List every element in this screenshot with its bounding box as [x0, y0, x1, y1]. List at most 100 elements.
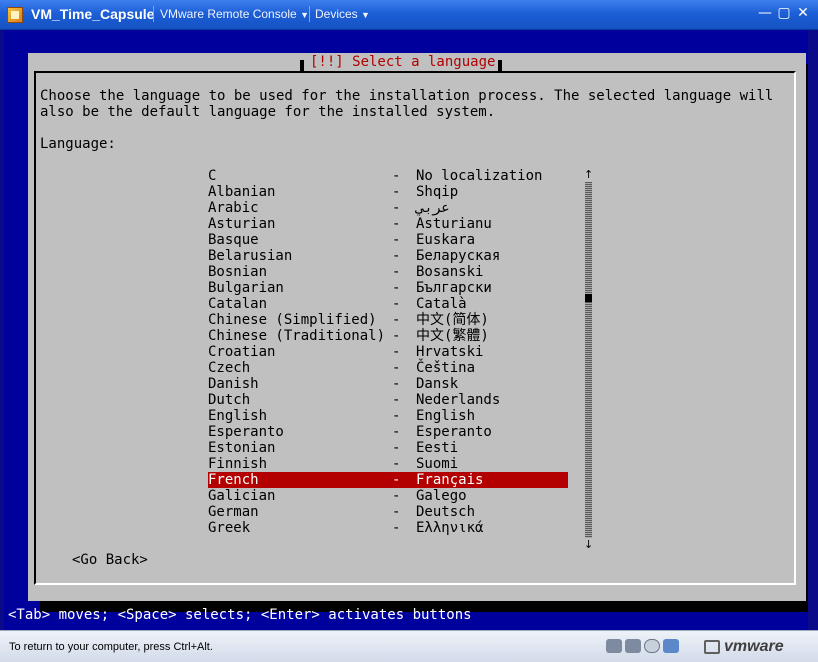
language-native-name: English: [416, 408, 476, 424]
language-native-name: عربي: [416, 200, 450, 216]
title-bracket-left: [300, 60, 304, 72]
language-separator: -: [392, 424, 401, 440]
language-separator: -: [392, 296, 401, 312]
language-name: Arabic: [208, 200, 259, 216]
language-separator: -: [392, 200, 401, 216]
hard-disk-icon[interactable]: [625, 639, 641, 653]
language-option[interactable]: Finnish - Suomi: [208, 456, 568, 472]
language-name: Chinese (Simplified): [208, 312, 377, 328]
language-separator: -: [392, 216, 401, 232]
language-native-name: Shqip: [416, 184, 459, 200]
language-option[interactable]: Catalan - Català: [208, 296, 568, 312]
language-native-name: Deutsch: [416, 504, 476, 520]
window-title-bar[interactable]: VM_Time_Capsule VMware Remote Console ▼ …: [0, 0, 818, 30]
language-option[interactable]: Chinese (Simplified) - 中文(简体): [208, 312, 568, 328]
language-separator: -: [392, 456, 401, 472]
language-name: Esperanto: [208, 424, 284, 440]
status-text: To return to your computer, press Ctrl+A…: [9, 641, 213, 653]
language-option[interactable]: English - English: [208, 408, 568, 424]
language-name: Albanian: [208, 184, 276, 200]
language-name: Asturian: [208, 216, 276, 232]
vmware-logo-icon: [704, 640, 720, 654]
console-menu-label: VMware Remote Console: [160, 7, 297, 21]
language-name: C: [208, 168, 217, 184]
language-option[interactable]: French - Français: [208, 472, 568, 488]
language-native-name: Suomi: [416, 456, 459, 472]
dialog-title: [!!] Select a language: [310, 54, 496, 70]
language-option[interactable]: Esperanto - Esperanto: [208, 424, 568, 440]
language-option[interactable]: Greek - Ελληνικά: [208, 520, 568, 536]
language-native-name: Galego: [416, 488, 467, 504]
devices-menu[interactable]: Devices ▼: [315, 7, 370, 21]
prompt-text-line-2: also be the default language for the ins…: [40, 104, 496, 120]
console-border: [808, 30, 818, 630]
language-list[interactable]: C - No localization Albanian - Shqip Arabic - عر…: [208, 168, 568, 536]
language-option[interactable]: Bulgarian - Български: [208, 280, 568, 296]
language-name: Czech: [208, 360, 251, 376]
language-separator: -: [392, 440, 401, 456]
language-name: Greek: [208, 520, 251, 536]
language-option[interactable]: Asturian - Asturianu: [208, 216, 568, 232]
language-name: Chinese (Traditional): [208, 328, 386, 344]
scroll-up-arrow-icon[interactable]: ↑: [584, 168, 593, 182]
language-separator: -: [392, 344, 401, 360]
language-separator: -: [392, 248, 401, 264]
language-option[interactable]: Croatian - Hrvatski: [208, 344, 568, 360]
language-option[interactable]: Chinese (Traditional) - 中文(繁體): [208, 328, 568, 344]
language-option[interactable]: German - Deutsch: [208, 504, 568, 520]
keyboard-help-bar: <Tab> moves; <Space> selects; <Enter> ac…: [8, 607, 472, 623]
language-option[interactable]: Dutch - Nederlands: [208, 392, 568, 408]
language-separator: -: [392, 360, 401, 376]
network-icon[interactable]: [663, 639, 679, 653]
language-option[interactable]: Estonian - Eesti: [208, 440, 568, 456]
language-native-name: Eesti: [416, 440, 459, 456]
hard-disk-icon[interactable]: [606, 639, 622, 653]
scrollbar-thumb[interactable]: [585, 294, 592, 302]
vmware-brand-text: vmware: [724, 638, 784, 655]
status-bar: To return to your computer, press Ctrl+A…: [0, 630, 818, 662]
maximize-button[interactable]: ▢: [775, 5, 793, 23]
title-bracket-right: [498, 60, 502, 72]
language-option[interactable]: Danish - Dansk: [208, 376, 568, 392]
language-native-name: Català: [416, 296, 467, 312]
language-native-name: No localization: [416, 168, 543, 184]
menu-separator: [309, 6, 310, 22]
close-button[interactable]: ✕: [794, 5, 812, 23]
minimize-button[interactable]: —: [756, 5, 774, 23]
language-name: French: [208, 472, 259, 488]
scrollbar-track[interactable]: [585, 182, 592, 538]
language-separator: -: [392, 520, 401, 536]
language-option[interactable]: Albanian - Shqip: [208, 184, 568, 200]
language-option[interactable]: Belarusian - Беларуская: [208, 248, 568, 264]
language-native-name: Asturianu: [416, 216, 492, 232]
language-name: Finnish: [208, 456, 268, 472]
console-menu[interactable]: VMware Remote Console ▼: [160, 7, 309, 21]
language-name: Belarusian: [208, 248, 293, 264]
scroll-down-arrow-icon[interactable]: ↓: [584, 538, 593, 552]
language-separator: -: [392, 376, 401, 392]
language-option[interactable]: Bosnian - Bosanski: [208, 264, 568, 280]
go-back-button[interactable]: <Go Back>: [72, 552, 148, 568]
remote-console-screen[interactable]: [!!] Select a language Choose the langua…: [4, 30, 818, 630]
language-option[interactable]: Basque - Euskara: [208, 232, 568, 248]
devices-menu-label: Devices: [315, 7, 358, 21]
language-native-name: Français: [416, 472, 484, 488]
language-separator: -: [392, 472, 401, 488]
language-name: Catalan: [208, 296, 268, 312]
language-native-name: Čeština: [416, 360, 476, 376]
language-name: Bosnian: [208, 264, 268, 280]
language-separator: -: [392, 312, 401, 328]
language-native-name: Беларуская: [416, 248, 501, 264]
language-list-scrollbar[interactable]: ↑ ↓: [584, 168, 593, 552]
language-separator: -: [392, 392, 401, 408]
language-name: Croatian: [208, 344, 276, 360]
language-option[interactable]: Galician - Galego: [208, 488, 568, 504]
language-separator: -: [392, 168, 401, 184]
language-separator: -: [392, 504, 401, 520]
cd-rom-icon[interactable]: [644, 639, 660, 653]
language-option[interactable]: C - No localization: [208, 168, 568, 184]
language-option[interactable]: Czech - Čeština: [208, 360, 568, 376]
language-name: Bulgarian: [208, 280, 284, 296]
language-native-name: Български: [416, 280, 492, 296]
language-option[interactable]: Arabic - عربي: [208, 200, 568, 216]
